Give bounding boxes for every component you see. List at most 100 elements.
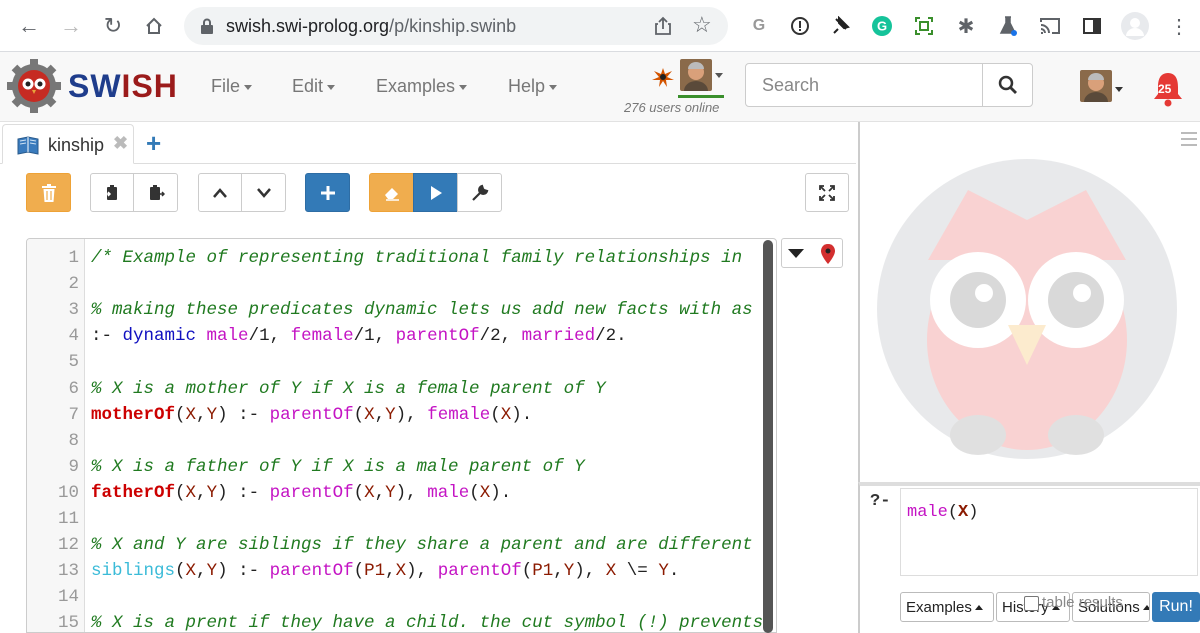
move-down-button[interactable] [241, 173, 286, 212]
code-line[interactable]: 11 [27, 506, 776, 532]
pin-extension-icon[interactable] [828, 13, 854, 39]
code-line[interactable]: 10 fatherOf(X,Y) :- parentOf(X,Y), male(X… [27, 480, 776, 506]
notifications-bell[interactable]: 25 [1150, 70, 1186, 108]
code-text: % X is a prent if they have a child. the… [91, 610, 764, 633]
run-query-button[interactable]: Run! [1152, 592, 1200, 622]
forward-icon[interactable]: → [56, 11, 86, 41]
code-token: parentOf [437, 561, 522, 582]
cell-dropdown-icon[interactable] [788, 249, 804, 258]
user-avatar[interactable] [680, 59, 712, 91]
code-line[interactable]: 9 % X is a father of Y if X is a male par… [27, 454, 776, 480]
user-caret-icon[interactable] [715, 73, 723, 78]
broadcast-burst-icon[interactable] [650, 66, 676, 88]
code-line[interactable]: 1 /* Example of representing traditional … [27, 245, 776, 271]
grammarly-icon[interactable]: G [869, 13, 895, 39]
menu-examples[interactable]: Examples [376, 76, 468, 97]
move-up-button[interactable] [198, 173, 242, 212]
code-token: ). [490, 482, 512, 503]
code-token: Y [385, 404, 396, 425]
code-line[interactable]: 12 % X and Y are siblings if they share a… [27, 532, 776, 558]
labs-flask-icon[interactable] [995, 13, 1021, 39]
reload-icon[interactable]: ↻ [98, 11, 128, 41]
code-line[interactable]: 3 % making these predicates dynamic lets … [27, 297, 776, 323]
code-token: /* Example of representing traditional f… [91, 248, 743, 268]
back-icon[interactable]: ← [14, 11, 44, 41]
browser-menu-icon[interactable]: ⋮ [1166, 13, 1192, 39]
map-marker-icon[interactable] [820, 243, 836, 265]
code-token: , [374, 404, 386, 425]
code-token: % X is a prent if they have a child. the… [91, 613, 764, 633]
menu-file[interactable]: File [211, 76, 253, 97]
delete-cell-button[interactable] [26, 173, 71, 212]
run-cell-button[interactable] [413, 173, 458, 212]
search-input[interactable] [746, 64, 982, 106]
code-token: parentOf [269, 561, 354, 582]
tab-kinship[interactable]: kinship ✖ [2, 124, 134, 164]
search-button[interactable] [982, 64, 1033, 106]
menu-edit[interactable]: Edit [292, 76, 336, 97]
query-examples-button[interactable]: Examples [900, 592, 994, 622]
clear-button[interactable] [369, 173, 414, 212]
line-number: 2 [68, 274, 79, 295]
close-tab-icon[interactable]: ✖ [113, 133, 128, 154]
line-number: 11 [57, 509, 79, 529]
google-extension-icon[interactable]: G [746, 13, 772, 39]
code-text: fatherOf(X,Y) :- parentOf(X,Y), male(X). [91, 480, 511, 506]
table-results-label: table results [1042, 594, 1123, 611]
code-line[interactable]: 8 [27, 428, 776, 454]
code-line[interactable]: 5 [27, 349, 776, 375]
code-editor[interactable]: 1 /* Example of representing traditional … [26, 238, 777, 633]
code-token: X [185, 561, 197, 582]
paste-cell-button[interactable] [133, 173, 178, 212]
code-line[interactable]: 13 siblings(X,Y) :- parentOf(P1,X), paren… [27, 558, 776, 584]
extensions-puzzle-icon[interactable]: ✱ [953, 13, 979, 39]
settings-button[interactable] [457, 173, 502, 212]
insert-cell-button[interactable] [305, 173, 350, 212]
code-token: X [395, 561, 407, 582]
code-line[interactable]: 7 motherOf(X,Y) :- parentOf(X,Y), female(… [27, 402, 776, 428]
address-bar[interactable]: swish.swi-prolog.org/p/kinship.swinb ☆ [184, 7, 728, 45]
table-results-checkbox[interactable] [1024, 596, 1039, 611]
plus-icon [320, 185, 335, 200]
menu-help[interactable]: Help [508, 76, 558, 97]
code-text: % X and Y are siblings if they share a p… [91, 532, 753, 558]
info-extension-icon[interactable] [787, 13, 813, 39]
side-panel-icon[interactable] [1079, 13, 1105, 39]
add-tab-button[interactable]: + [146, 128, 161, 159]
code-line[interactable]: 4:- dynamic male/1, female/1, parentOf/2… [27, 323, 776, 349]
code-token: Y [206, 404, 218, 425]
swish-logo-icon[interactable] [6, 58, 62, 114]
code-text: % X is a father of Y if X is a male pare… [91, 454, 585, 480]
profile-avatar[interactable] [1080, 70, 1112, 102]
code-line[interactable]: 2 [27, 271, 776, 297]
cast-icon[interactable] [1037, 13, 1063, 39]
search-icon [998, 75, 1017, 94]
code-line[interactable]: 6 % X is a mother of Y if X is a female p… [27, 376, 776, 402]
query-panel: ?- male(X) Examples History Solutions ta… [858, 482, 1200, 633]
bookmark-star-icon[interactable]: ☆ [692, 12, 712, 38]
editor-scrollbar[interactable] [763, 240, 773, 633]
wrench-icon [471, 184, 488, 201]
screenshot-extension-icon[interactable] [911, 13, 937, 39]
code-token: ) :- [217, 404, 270, 425]
code-line[interactable]: 14 [27, 584, 776, 610]
profile-caret-icon[interactable] [1115, 87, 1123, 92]
code-token: /2, [479, 326, 522, 347]
code-token: % X is a father of Y if X is a male pare… [91, 456, 585, 477]
swish-logo-text[interactable]: SWISH [68, 68, 178, 105]
fullscreen-button[interactable] [805, 173, 849, 212]
clipboard-out-icon [149, 184, 165, 200]
code-token: P1 [532, 561, 554, 582]
profile-icon[interactable] [1121, 12, 1149, 40]
pane-menu-icon[interactable] [1181, 132, 1197, 150]
code-token: female [427, 404, 491, 425]
copy-cell-button[interactable] [90, 173, 134, 212]
home-icon[interactable] [139, 11, 169, 41]
line-number: 4 [68, 326, 79, 347]
query-input[interactable]: male(X) [900, 488, 1198, 576]
code-token: ( [175, 404, 186, 425]
code-line[interactable]: 15 % X is a prent if they have a child. t… [27, 610, 776, 633]
line-number: 15 [57, 613, 79, 633]
share-icon[interactable] [652, 15, 674, 37]
